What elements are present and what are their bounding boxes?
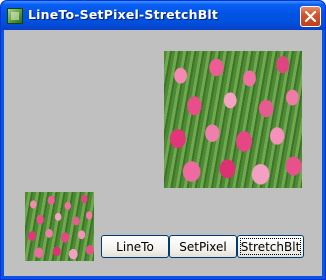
client-area: LineTo SetPixel StretchBlt xyxy=(4,30,322,276)
stretchblt-button[interactable]: StretchBlt xyxy=(237,235,304,258)
tulip-image-small xyxy=(25,192,94,261)
title-bar[interactable]: LineTo-SetPixel-StretchBlt xyxy=(1,1,325,30)
close-button[interactable] xyxy=(300,6,321,27)
stretchblt-label: StretchBlt xyxy=(240,239,301,254)
close-icon xyxy=(305,11,316,22)
app-window: LineTo-SetPixel-StretchBlt LineTo SetPix… xyxy=(0,0,326,280)
setpixel-button[interactable]: SetPixel xyxy=(169,235,237,258)
window-title: LineTo-SetPixel-StretchBlt xyxy=(28,7,219,22)
lineto-button[interactable]: LineTo xyxy=(101,235,169,258)
app-icon xyxy=(7,8,23,24)
tulip-image-large xyxy=(164,51,302,188)
